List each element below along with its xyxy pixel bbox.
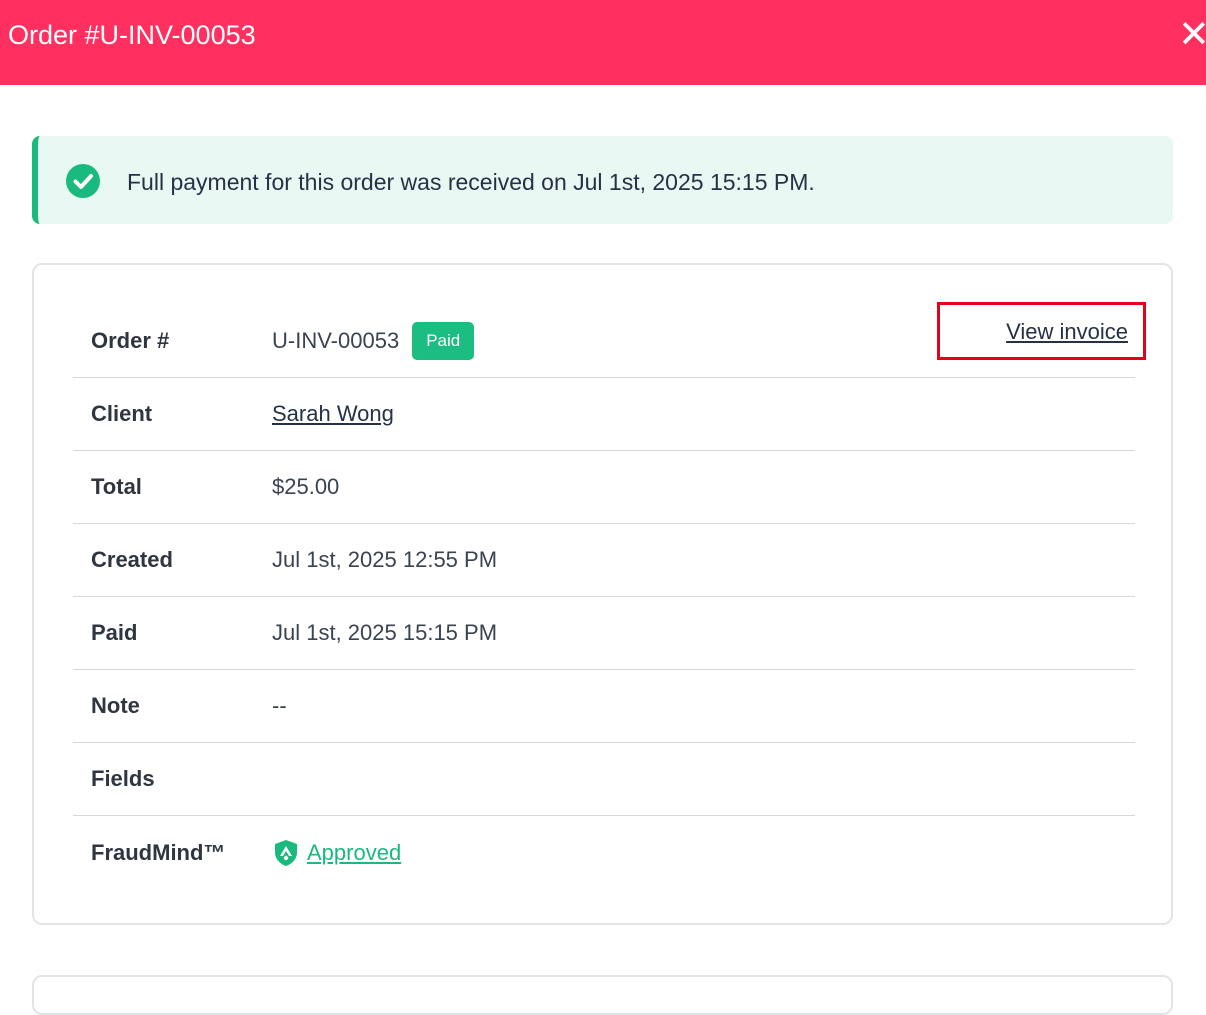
client-label: Client — [91, 401, 153, 426]
row-note: Note -- — [73, 670, 1135, 743]
shield-icon — [275, 839, 297, 866]
row-fields: Fields — [73, 743, 1135, 816]
check-circle-icon — [66, 164, 100, 198]
paid-value: Jul 1st, 2025 15:15 PM — [272, 620, 498, 645]
secondary-card — [32, 975, 1173, 1015]
total-label: Total — [91, 474, 142, 499]
order-value: U-INV-00053 Paid — [272, 304, 475, 377]
order-number: U-INV-00053 — [272, 327, 400, 353]
client-value: Sarah Wong — [272, 378, 394, 450]
view-invoice-link[interactable]: View invoice — [1006, 318, 1128, 346]
row-created: Created Jul 1st, 2025 12:55 PM — [73, 524, 1135, 597]
close-icon[interactable]: ✕ — [1178, 14, 1206, 56]
modal-header: Order #U-INV-00053 ✕ — [0, 0, 1206, 85]
order-label: Order # — [91, 327, 170, 353]
fraudmind-value: Approved — [272, 816, 401, 889]
note-value: -- — [272, 693, 287, 718]
row-client: Client Sarah Wong — [73, 378, 1135, 451]
paid-label: Paid — [91, 620, 138, 645]
modal-title: Order #U-INV-00053 — [8, 20, 256, 50]
client-link[interactable]: Sarah Wong — [272, 401, 394, 427]
created-value: Jul 1st, 2025 12:55 PM — [272, 547, 498, 572]
alert-message: Full payment for this order was received… — [127, 169, 815, 195]
row-fraudmind: FraudMind™ Approved — [73, 816, 1135, 889]
order-details-card: Order # U-INV-00053 Paid View invoice Cl… — [32, 263, 1173, 925]
created-label: Created — [91, 547, 173, 572]
fraudmind-label: FraudMind™ — [91, 839, 226, 865]
fraudmind-approved-link[interactable]: Approved — [307, 840, 401, 866]
fields-label: Fields — [91, 766, 155, 791]
note-label: Note — [91, 693, 140, 718]
status-badge: Paid — [412, 321, 475, 360]
view-invoice-highlight: View invoice — [937, 302, 1146, 360]
row-paid: Paid Jul 1st, 2025 15:15 PM — [73, 597, 1135, 670]
row-order: Order # U-INV-00053 Paid View invoice — [73, 302, 1146, 378]
payment-alert: Full payment for this order was received… — [32, 136, 1173, 224]
total-value: $25.00 — [272, 474, 340, 499]
row-total: Total $25.00 — [73, 451, 1135, 524]
